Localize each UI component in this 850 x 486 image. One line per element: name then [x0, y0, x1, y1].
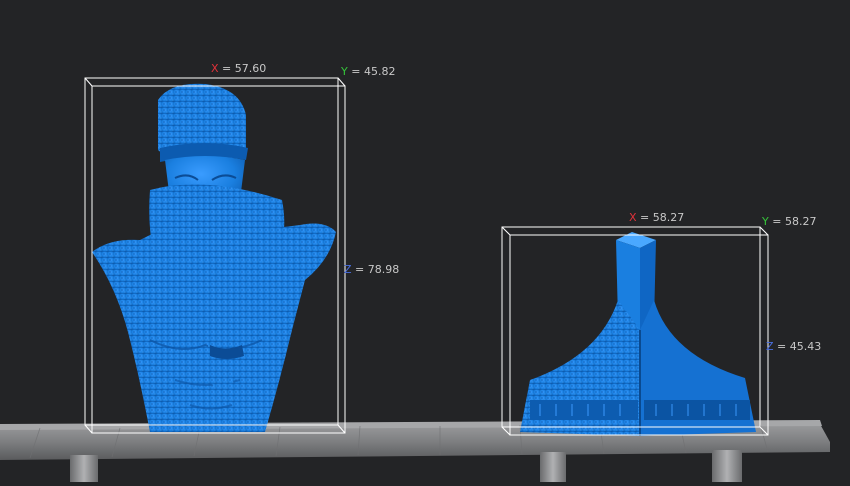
- equals-sign: =: [773, 340, 790, 353]
- axis-z-label: Z: [344, 263, 352, 276]
- equals-sign: =: [218, 62, 235, 75]
- bust-dimension-x: X = 57.60: [211, 63, 266, 75]
- equals-sign: =: [347, 65, 364, 78]
- bust-z-value: 78.98: [367, 263, 400, 276]
- axis-y-label: Y: [341, 65, 348, 78]
- axis-z-label: Z: [766, 340, 774, 353]
- axis-x-label: X: [211, 62, 219, 75]
- equals-sign: =: [351, 263, 368, 276]
- axis-y-label: Y: [762, 215, 769, 228]
- base-z-value: 45.43: [789, 340, 822, 353]
- base-dimension-z: Z = 45.43: [766, 341, 821, 353]
- base-y-value: 58.27: [784, 215, 817, 228]
- bust-x-value: 57.60: [234, 62, 267, 75]
- model-base[interactable]: [520, 232, 756, 436]
- 3d-viewport[interactable]: X = 57.60 Y = 45.82 Z = 78.98 X = 58.27 …: [0, 0, 850, 482]
- equals-sign: =: [768, 215, 785, 228]
- equals-sign: =: [636, 211, 653, 224]
- base-x-value: 58.27: [652, 211, 685, 224]
- bust-y-value: 45.82: [363, 65, 396, 78]
- bust-dimension-y: Y = 45.82: [341, 66, 395, 78]
- bust-dimension-z: Z = 78.98: [344, 264, 399, 276]
- base-dimension-x: X = 58.27: [629, 212, 684, 224]
- base-dimension-y: Y = 58.27: [762, 216, 816, 228]
- model-bust[interactable]: [92, 83, 336, 432]
- axis-x-label: X: [629, 211, 637, 224]
- scene-canvas[interactable]: [0, 0, 850, 482]
